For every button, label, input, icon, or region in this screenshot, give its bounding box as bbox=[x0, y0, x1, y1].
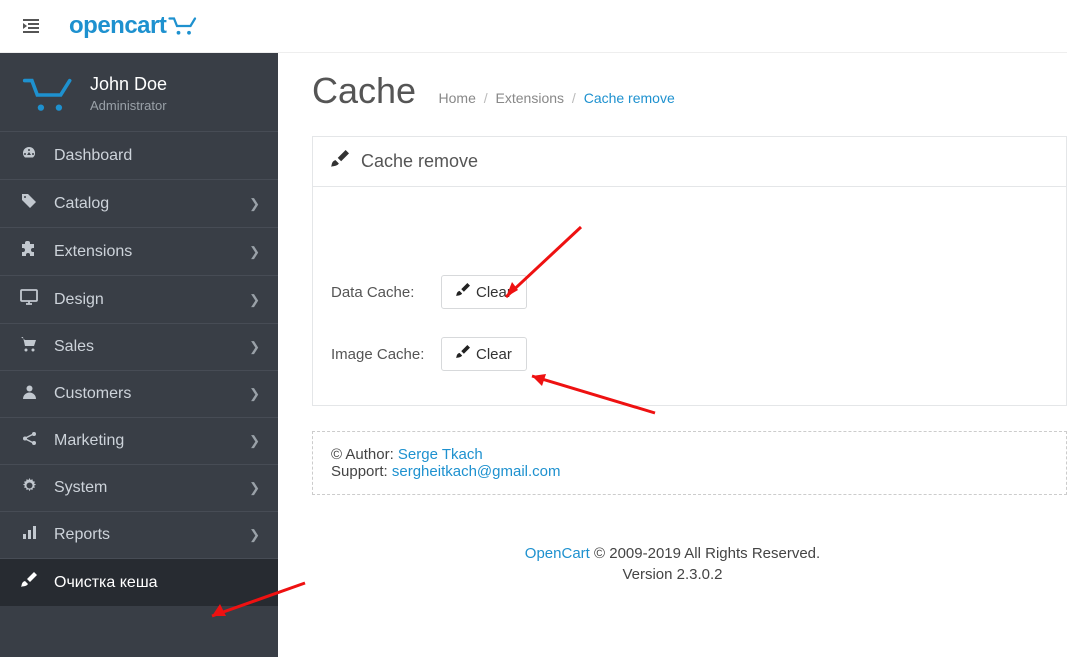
profile-cart-icon bbox=[18, 73, 80, 113]
panel-cache-remove: Cache remove Data Cache: Clear Image Cac… bbox=[312, 136, 1067, 406]
clear-button-label: Clear bbox=[476, 346, 512, 363]
author-prefix: © Author: bbox=[331, 446, 398, 463]
sidebar-item-extensions[interactable]: Extensions ❯ bbox=[0, 227, 278, 275]
content-area: Cache Home / Extensions / Cache remove C… bbox=[278, 53, 1067, 657]
page-title: Cache bbox=[312, 70, 416, 112]
sidebar-item-marketing[interactable]: Marketing ❯ bbox=[0, 417, 278, 464]
footer-rights: OpenCart © 2009-2019 All Rights Reserved… bbox=[278, 545, 1067, 562]
breadcrumb-home[interactable]: Home bbox=[439, 90, 476, 106]
breadcrumb: Home / Extensions / Cache remove bbox=[439, 90, 675, 106]
clear-image-cache-button[interactable]: Clear bbox=[441, 337, 527, 371]
sidebar-item-label: Reports bbox=[54, 526, 110, 544]
sidebar-item-system[interactable]: System ❯ bbox=[0, 464, 278, 511]
chevron-right-icon: ❯ bbox=[249, 292, 260, 308]
image-cache-label: Image Cache: bbox=[331, 346, 431, 363]
chevron-right-icon: ❯ bbox=[249, 196, 260, 212]
author-link[interactable]: Serge Tkach bbox=[398, 446, 483, 463]
brush-icon bbox=[18, 572, 40, 593]
footer-version: Version 2.3.0.2 bbox=[278, 566, 1067, 583]
profile-name: John Doe bbox=[90, 74, 167, 95]
sidebar-item-customers[interactable]: Customers ❯ bbox=[0, 370, 278, 417]
sidebar-item-reports[interactable]: Reports ❯ bbox=[0, 511, 278, 558]
author-box: © Author: Serge Tkach Support: sergheitk… bbox=[312, 431, 1067, 495]
footer-brand-link[interactable]: OpenCart bbox=[525, 545, 590, 562]
chevron-right-icon: ❯ bbox=[249, 480, 260, 496]
sidebar-item-label: Sales bbox=[54, 338, 94, 356]
logo-link[interactable]: opencart bbox=[69, 12, 198, 40]
cart-icon bbox=[168, 16, 198, 36]
sidebar: John Doe Administrator Dashboard Catalog… bbox=[0, 53, 278, 657]
brush-icon bbox=[456, 345, 470, 363]
cart-small-icon bbox=[18, 337, 40, 357]
support-prefix: Support: bbox=[331, 463, 392, 480]
data-cache-label: Data Cache: bbox=[331, 284, 431, 301]
chevron-right-icon: ❯ bbox=[249, 433, 260, 449]
profile-role: Administrator bbox=[90, 98, 167, 113]
sidebar-item-label: Marketing bbox=[54, 432, 124, 450]
sidebar-item-dashboard[interactable]: Dashboard bbox=[0, 131, 278, 179]
chevron-right-icon: ❯ bbox=[249, 244, 260, 260]
support-link[interactable]: sergheitkach@gmail.com bbox=[392, 463, 561, 480]
menu-toggle-button[interactable] bbox=[15, 10, 47, 42]
chevron-right-icon: ❯ bbox=[249, 339, 260, 355]
chevron-right-icon: ❯ bbox=[249, 386, 260, 402]
chevron-right-icon: ❯ bbox=[249, 527, 260, 543]
clear-data-cache-button[interactable]: Clear bbox=[441, 275, 527, 309]
sidebar-item-catalog[interactable]: Catalog ❯ bbox=[0, 179, 278, 227]
gear-icon bbox=[18, 478, 40, 498]
brush-icon bbox=[331, 150, 349, 173]
sidebar-item-label: Extensions bbox=[54, 243, 132, 261]
sidebar-item-cache-clear[interactable]: Очистка кеша bbox=[0, 558, 278, 606]
monitor-icon bbox=[18, 289, 40, 310]
sidebar-item-label: Design bbox=[54, 291, 104, 309]
clear-button-label: Clear bbox=[476, 284, 512, 301]
bars-icon bbox=[18, 525, 40, 545]
profile-block: John Doe Administrator bbox=[0, 53, 278, 131]
sidebar-item-label: Dashboard bbox=[54, 147, 132, 165]
panel-title: Cache remove bbox=[361, 151, 478, 172]
sidebar-item-label: System bbox=[54, 479, 107, 497]
logo-text-open: open bbox=[69, 12, 124, 39]
brush-icon bbox=[456, 283, 470, 301]
sidebar-item-label: Catalog bbox=[54, 195, 109, 213]
sidebar-item-label: Customers bbox=[54, 385, 131, 403]
menu-indent-icon bbox=[23, 19, 39, 33]
sidebar-item-label: Очистка кеша bbox=[54, 574, 158, 592]
breadcrumb-current[interactable]: Cache remove bbox=[584, 90, 675, 106]
share-icon bbox=[18, 431, 40, 451]
sidebar-item-design[interactable]: Design ❯ bbox=[0, 275, 278, 323]
breadcrumb-extensions[interactable]: Extensions bbox=[496, 90, 564, 106]
user-icon bbox=[18, 384, 40, 404]
tag-icon bbox=[18, 193, 40, 214]
dashboard-icon bbox=[18, 145, 40, 166]
puzzle-icon bbox=[18, 241, 40, 262]
logo-text-cart: cart bbox=[124, 12, 166, 39]
sidebar-item-sales[interactable]: Sales ❯ bbox=[0, 323, 278, 370]
